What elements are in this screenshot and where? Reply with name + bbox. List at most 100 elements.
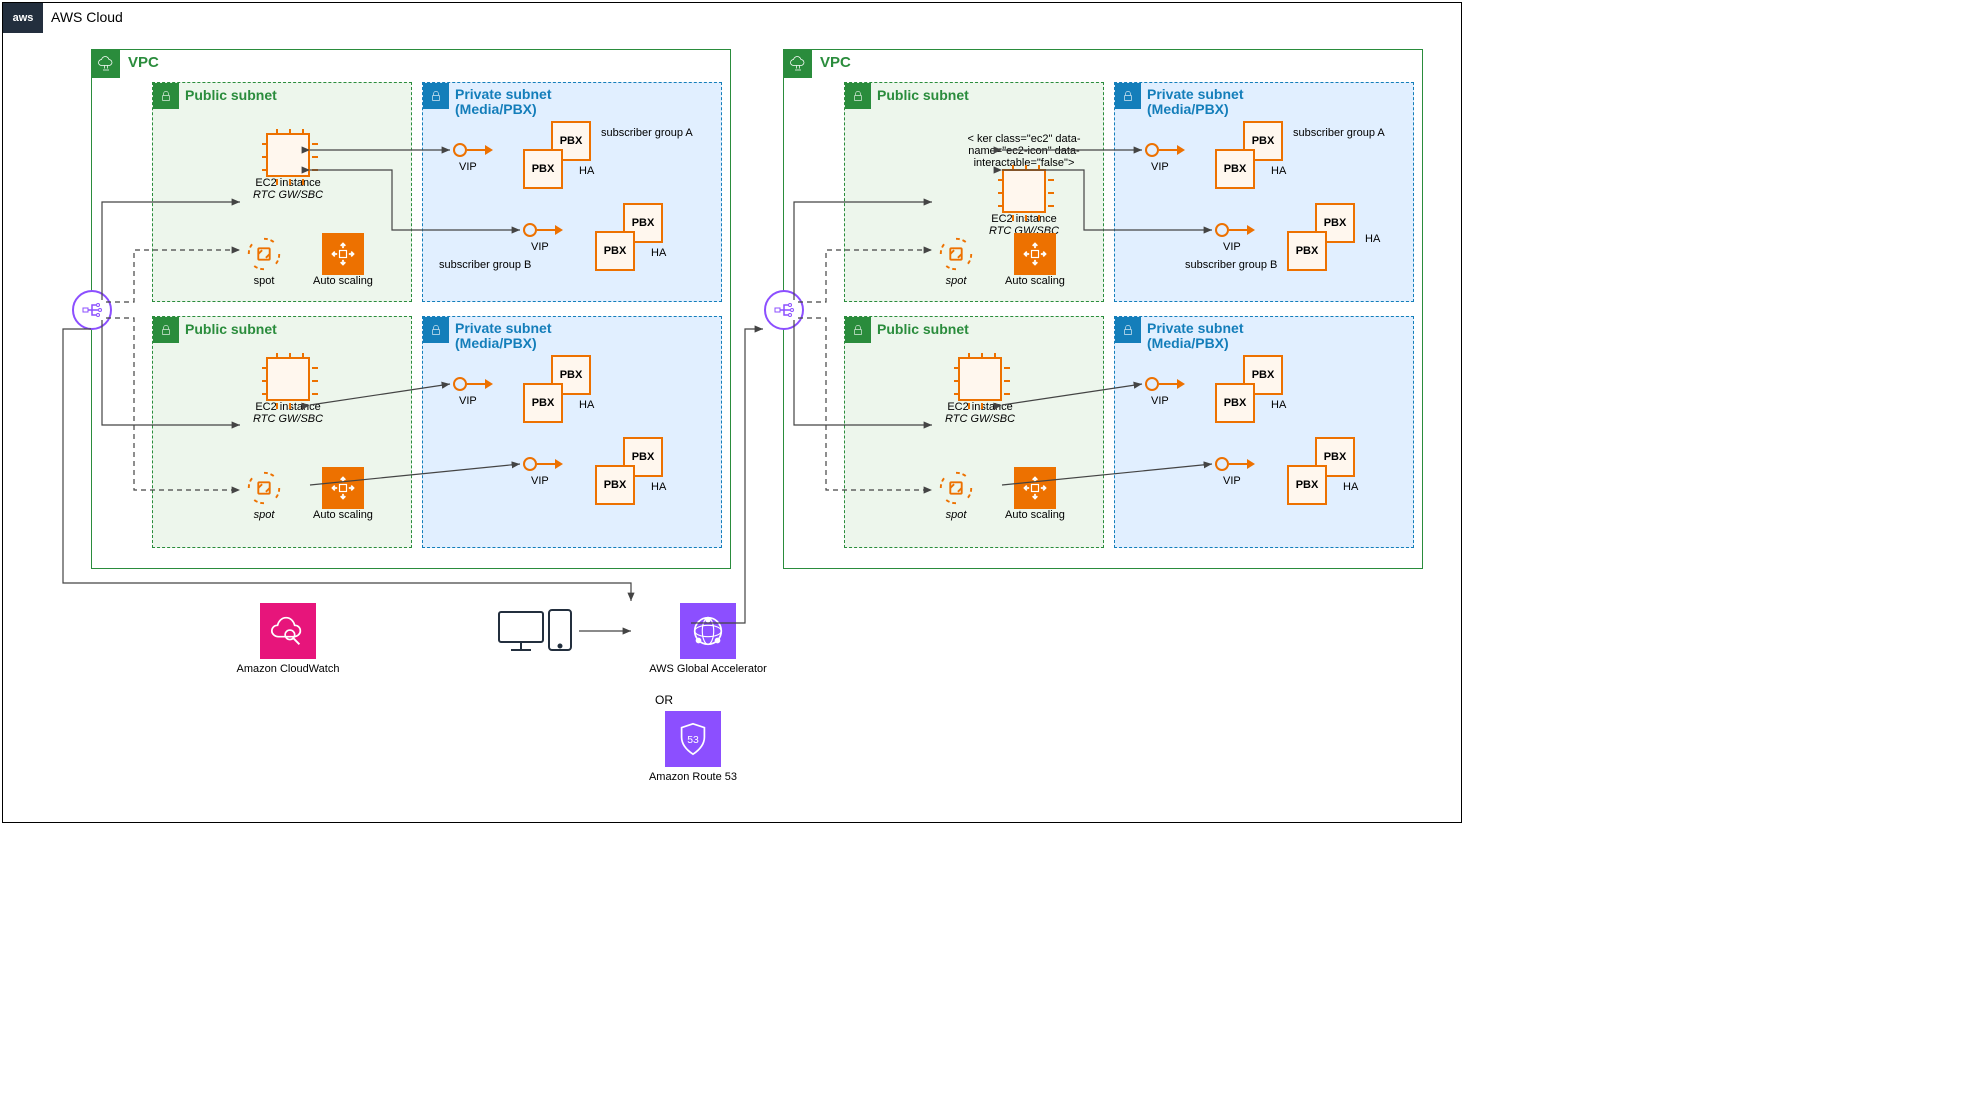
- vip-icon: [523, 457, 563, 471]
- private-subnet-title: Private subnet(Media/PBX): [455, 87, 551, 118]
- vip-label: VIP: [459, 395, 477, 407]
- pbx-box: PBX: [595, 465, 635, 505]
- pbx-box: PBX: [523, 149, 563, 189]
- ec2-instance: EC2 instance RTC GW/SBC: [945, 357, 1015, 425]
- public-subnet-bottom: Public subnet EC2 instance RTC GW/SBC sp…: [152, 316, 412, 548]
- pbx-box: PBX: [1215, 383, 1255, 423]
- vip: [1215, 457, 1255, 471]
- pbx-box: PBX: [595, 231, 635, 271]
- vip-label: VIP: [531, 241, 549, 253]
- private-subnet-title: Private subnet(Media/PBX): [455, 321, 551, 352]
- vip-label: VIP: [459, 161, 477, 173]
- vip: [1215, 223, 1255, 237]
- sub-group-b-label: subscriber group B: [439, 259, 531, 271]
- vpc-icon: [92, 50, 120, 78]
- vip-icon: [1215, 223, 1255, 237]
- rtc-label: RTC GW/SBC: [253, 413, 323, 425]
- route53: 53 Amazon Route 53: [633, 711, 753, 783]
- spot-label: spot: [254, 275, 275, 287]
- lock-icon: [423, 317, 449, 343]
- ec2-label: EC2 instance: [947, 401, 1012, 413]
- spot-icon: [243, 233, 285, 275]
- ha-label: HA: [651, 481, 666, 493]
- ha-label: HA: [1365, 233, 1380, 245]
- svg-text:53: 53: [687, 735, 699, 746]
- ha-label: HA: [1271, 399, 1286, 411]
- spot-label: spot: [946, 509, 967, 521]
- vip: [1145, 143, 1185, 157]
- vip-label: VIP: [531, 475, 549, 487]
- cloudwatch: Amazon CloudWatch: [233, 603, 343, 675]
- vip-label: VIP: [1223, 475, 1241, 487]
- spot-instance: spot: [243, 467, 285, 521]
- pbx-box: PBX: [1287, 465, 1327, 505]
- lock-icon: [845, 83, 871, 109]
- spot-instance: spot: [935, 467, 977, 521]
- private-subnet-top: Private subnet(Media/PBX) VIP PBX PBX su…: [422, 82, 722, 302]
- vpc-icon: [784, 50, 812, 78]
- rtc-label: RTC GW/SBC: [253, 189, 323, 201]
- vpc-right: VPC Public subnet < ker class="ec2" data…: [783, 49, 1423, 569]
- auto-scaling: Auto scaling: [313, 233, 373, 287]
- autoscale-label: Auto scaling: [1005, 509, 1065, 521]
- vip-label: VIP: [1151, 161, 1169, 173]
- aws-logo-text: aws: [13, 12, 34, 24]
- load-balancer-icon: [72, 290, 112, 330]
- ha-label: HA: [651, 247, 666, 259]
- public-subnet-title: Public subnet: [877, 321, 969, 337]
- cloud-label: AWS Cloud: [51, 9, 123, 25]
- ec2-label: EC2 instance: [255, 401, 320, 413]
- public-subnet-title: Public subnet: [185, 87, 277, 103]
- lock-icon: [423, 83, 449, 109]
- spot-icon: [935, 467, 977, 509]
- ha-label: HA: [579, 399, 594, 411]
- or-label: OR: [655, 693, 673, 707]
- lock-icon: [1115, 317, 1141, 343]
- public-subnet-title: Public subnet: [185, 321, 277, 337]
- clients: [493, 603, 577, 659]
- spot-instance: spot: [243, 233, 285, 287]
- aws-cloud-container: aws AWS Cloud VPC Public subnet EC2 inst…: [2, 2, 1462, 823]
- autoscale-label: Auto scaling: [313, 275, 373, 287]
- autoscale-icon: [322, 467, 364, 509]
- route53-label: Amazon Route 53: [633, 771, 753, 783]
- private-subnet-bottom: Private subnet(Media/PBX) VIP PBX PBX HA…: [422, 316, 722, 548]
- private-subnet-bottom: Private subnet(Media/PBX) VIP PBX PBX HA…: [1114, 316, 1414, 548]
- lock-icon: [153, 317, 179, 343]
- lock-icon: [1115, 83, 1141, 109]
- ec2-instance: < ker class="ec2" data-name="ec2-icon" d…: [945, 133, 1103, 237]
- vip-icon: [1145, 143, 1185, 157]
- ha-label: HA: [579, 165, 594, 177]
- public-subnet-top: Public subnet EC2 instance RTC GW/SBC sp…: [152, 82, 412, 302]
- global-accelerator: AWS Global Accelerator: [633, 603, 783, 675]
- vpc-title: VPC: [128, 54, 159, 71]
- ha-label: HA: [1271, 165, 1286, 177]
- vip-a: [453, 143, 493, 157]
- sub-group-b-label: subscriber group B: [1185, 259, 1277, 271]
- aws-logo-badge: aws: [3, 3, 43, 33]
- clients-icon: [493, 603, 577, 659]
- public-subnet-title: Public subnet: [877, 87, 969, 103]
- load-balancer-icon: [764, 290, 804, 330]
- ha-label: HA: [1343, 481, 1358, 493]
- cloudwatch-icon: [260, 603, 316, 659]
- private-subnet-title: Private subnet(Media/PBX): [1147, 321, 1243, 352]
- spot-icon: [935, 233, 977, 275]
- public-subnet-top: Public subnet < ker class="ec2" data-nam…: [844, 82, 1104, 302]
- public-subnet-bottom: Public subnet EC2 instance RTC GW/SBC sp…: [844, 316, 1104, 548]
- ec2-label: EC2 instance: [991, 213, 1056, 225]
- ec2-instance: EC2 instance RTC GW/SBC: [253, 133, 323, 201]
- vip: [523, 457, 563, 471]
- vip-b: [523, 223, 563, 237]
- vip-icon: [453, 377, 493, 391]
- ec2-icon: [958, 357, 1002, 401]
- spot-label: spot: [946, 275, 967, 287]
- route53-icon: 53: [665, 711, 721, 767]
- vip: [453, 377, 493, 391]
- autoscale-label: Auto scaling: [313, 509, 373, 521]
- vip-label: VIP: [1223, 241, 1241, 253]
- vip-icon: [1215, 457, 1255, 471]
- vip-icon: [453, 143, 493, 157]
- spot-label: spot: [254, 509, 275, 521]
- vip-label: VIP: [1151, 395, 1169, 407]
